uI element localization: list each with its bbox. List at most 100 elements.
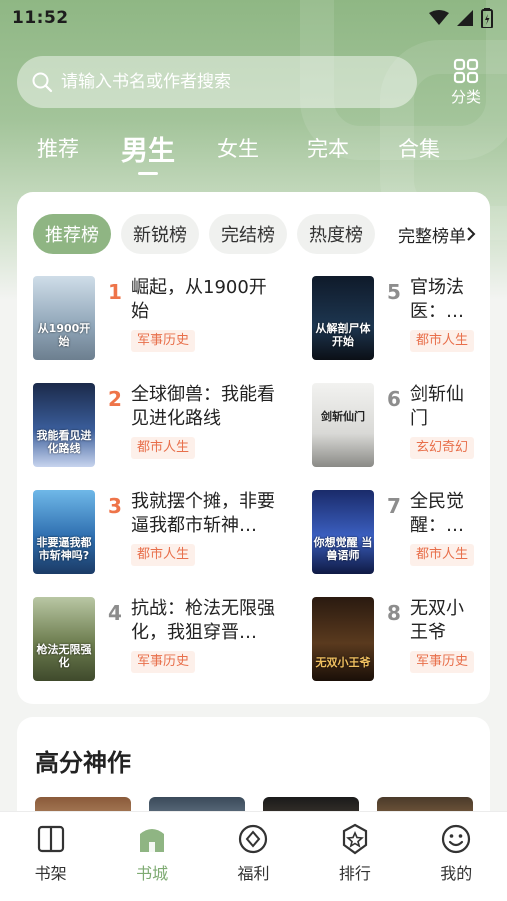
status-icons: [429, 8, 493, 28]
book-cover: 你想觉醒 当兽语师: [312, 490, 374, 574]
section-title: 高分神作: [35, 749, 131, 777]
book-cover: 枪法无限强化: [33, 597, 95, 681]
rank-tab-new[interactable]: 新锐榜: [121, 214, 199, 254]
gender-tabs: 推荐 男生 女生 完本 合集: [0, 125, 507, 175]
book-icon: [37, 825, 64, 853]
book-info: 无双小王爷 军事历史: [410, 597, 480, 673]
cover-title: 枪法无限强化: [36, 643, 92, 669]
book-info: 剑斩仙门 玄幻奇幻: [410, 383, 480, 459]
full-list-label: 完整榜单: [398, 226, 466, 247]
book-item[interactable]: 非要逼我都市斩神吗? 3 我就摆个摊，非要逼我都市斩神… 都市人生: [33, 490, 281, 576]
book-grid: 从1900开始 1 崛起，从1900开始 军事历史 我能看见进化路线 2 全球御…: [17, 276, 490, 696]
signal-icon: [457, 10, 473, 26]
book-item[interactable]: 我能看见进化路线 2 全球御兽：我能看见进化路线 都市人生: [33, 383, 281, 469]
book-item[interactable]: 你想觉醒 当兽语师 7 全民觉醒：禁咒当兽 都市人生: [312, 490, 480, 576]
book-cover: 非要逼我都市斩神吗?: [33, 490, 95, 574]
rank-number: 1: [108, 280, 122, 304]
search-input[interactable]: [61, 72, 417, 92]
tab-recommend[interactable]: 推荐: [37, 133, 79, 179]
nav-label: 书城: [136, 864, 169, 883]
book-tag: 军事历史: [410, 651, 475, 673]
nav-ranking[interactable]: 排行: [315, 822, 395, 884]
cover-title: 从解剖尸体开始: [315, 322, 371, 348]
book-info: 我就摆个摊，非要逼我都市斩神… 都市人生: [131, 490, 281, 566]
cover-title: 非要逼我都市斩神吗?: [36, 536, 92, 562]
book-cover: 从1900开始: [33, 276, 95, 360]
book-title: 无双小王爷: [410, 598, 464, 643]
nav-label: 书架: [34, 864, 67, 883]
tab-collection[interactable]: 合集: [398, 133, 440, 179]
rank-number: 8: [387, 601, 401, 625]
rank-number: 5: [387, 280, 401, 304]
book-item[interactable]: 从解剖尸体开始 5 官场法医：从解剖尸体开始 都市人生: [312, 276, 480, 362]
wifi-icon: [429, 10, 449, 25]
cover-title: 你想觉醒 当兽语师: [313, 536, 373, 562]
book-item[interactable]: 从1900开始 1 崛起，从1900开始 军事历史: [33, 276, 281, 362]
book-cover: 无双小王爷: [312, 597, 374, 681]
book-title: 崛起，从1900开始: [131, 277, 267, 322]
nav-bookstore[interactable]: 书城: [112, 822, 192, 884]
book-info: 全球御兽：我能看见进化路线 都市人生: [131, 383, 281, 459]
book-tag: 军事历史: [131, 330, 196, 352]
store-icon: [140, 829, 165, 852]
tab-male[interactable]: 男生: [121, 129, 175, 175]
book-tag: 都市人生: [410, 330, 475, 352]
book-tag: 玄幻奇幻: [410, 437, 475, 459]
book-title: 抗战：枪法无限强化，我狙穿晋…: [131, 598, 275, 643]
nav-label: 排行: [338, 864, 371, 883]
book-title: 全球御兽：我能看见进化路线: [131, 384, 275, 429]
battery-icon: [481, 8, 493, 28]
book-tag: 都市人生: [131, 437, 196, 459]
nav-label: 我的: [440, 864, 473, 883]
book-item[interactable]: 无双小王爷 8 无双小王爷 军事历史: [312, 597, 480, 683]
book-title: 剑斩仙门: [410, 384, 464, 429]
cover-title: 剑斩仙门: [321, 410, 365, 423]
rank-tab-finished[interactable]: 完结榜: [209, 214, 287, 254]
book-tag: 都市人生: [410, 544, 475, 566]
book-cover: 我能看见进化路线: [33, 383, 95, 467]
rank-tab-hot[interactable]: 热度榜: [297, 214, 375, 254]
cover-title: 无双小王爷: [315, 656, 371, 669]
status-bar: 11:52: [0, 0, 507, 36]
cover-title: 我能看见进化路线: [36, 429, 92, 455]
search-row: 分类: [17, 56, 491, 108]
cover-title: 从1900开始: [37, 322, 91, 348]
diamond-icon: [239, 824, 268, 854]
nav-label: 福利: [237, 864, 270, 883]
status-time: 11:52: [12, 8, 69, 28]
book-tag: 军事历史: [131, 651, 196, 673]
rank-number: 2: [108, 387, 122, 411]
book-tag: 都市人生: [131, 544, 196, 566]
book-info: 官场法医：从解剖尸体开始 都市人生: [410, 276, 480, 352]
full-list-button[interactable]: 完整榜单: [380, 214, 490, 254]
rank-number: 3: [108, 494, 122, 518]
book-item[interactable]: 剑斩仙门 6 剑斩仙门 玄幻奇幻: [312, 383, 480, 469]
tab-completed[interactable]: 完本: [307, 133, 349, 179]
book-title: 全民觉醒：禁咒当兽: [410, 491, 464, 536]
book-item[interactable]: 枪法无限强化 4 抗战：枪法无限强化，我狙穿晋… 军事历史: [33, 597, 281, 683]
search-box[interactable]: [17, 56, 417, 108]
ranking-card: 推荐榜 新锐榜 完结榜 热度榜 完整榜单 从1900开始 1 崛起，从1900开…: [17, 192, 490, 704]
tab-female[interactable]: 女生: [217, 133, 259, 179]
star-badge-icon: [342, 823, 367, 855]
book-cover: 从解剖尸体开始: [312, 276, 374, 360]
chevron-right-icon: [467, 227, 476, 241]
nav-bookshelf[interactable]: 书架: [11, 822, 91, 884]
book-info: 全民觉醒：禁咒当兽 都市人生: [410, 490, 480, 566]
category-button[interactable]: 分类: [441, 56, 491, 108]
bottom-nav: 书架 书城 福利 排行 我的: [0, 811, 507, 901]
book-title: 我就摆个摊，非要逼我都市斩神…: [131, 491, 275, 536]
book-cover: 剑斩仙门: [312, 383, 374, 467]
category-label: 分类: [450, 87, 481, 106]
rank-number: 6: [387, 387, 401, 411]
grid-icon: [453, 58, 479, 83]
smile-icon: [442, 824, 471, 854]
active-tab-indicator: [138, 172, 158, 175]
rank-number: 4: [108, 601, 122, 625]
rank-number: 7: [387, 494, 401, 518]
nav-welfare[interactable]: 福利: [213, 822, 293, 884]
rank-tab-recommend[interactable]: 推荐榜: [33, 214, 111, 254]
search-icon: [32, 72, 53, 93]
book-info: 崛起，从1900开始 军事历史: [131, 276, 281, 352]
nav-profile[interactable]: 我的: [416, 822, 496, 884]
